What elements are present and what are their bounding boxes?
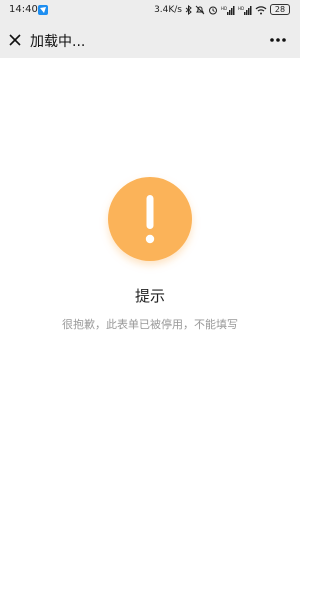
nav-bar: 加载中... <box>0 22 300 58</box>
status-time: 14:40 <box>9 4 38 15</box>
signal-hd-icon-2: HD <box>238 5 252 15</box>
alert-title: 提示 <box>134 287 165 305</box>
mute-bell-icon <box>195 5 205 14</box>
status-icons: 3.4K/s HD HD 28 <box>154 4 290 15</box>
svg-text:HD: HD <box>238 6 244 11</box>
signal-hd-icon-1: HD <box>221 5 235 15</box>
svg-text:HD: HD <box>221 6 227 11</box>
battery-icon: 28 <box>270 4 290 15</box>
alert-message: 很抱歉，此表单已被停用，不能填写 <box>62 318 238 331</box>
wifi-icon <box>255 5 267 14</box>
network-speed: 3.4K/s <box>154 4 182 15</box>
exclamation-icon <box>108 177 192 261</box>
alarm-icon <box>209 6 217 14</box>
bluetooth-icon <box>185 4 192 15</box>
more-icon[interactable] <box>268 32 288 48</box>
status-bar: 14:40 3.4K/s HD HD 28 <box>0 0 300 22</box>
page-title: 加载中... <box>30 34 86 50</box>
close-icon[interactable] <box>6 31 24 49</box>
app-notification-icon <box>38 5 48 15</box>
